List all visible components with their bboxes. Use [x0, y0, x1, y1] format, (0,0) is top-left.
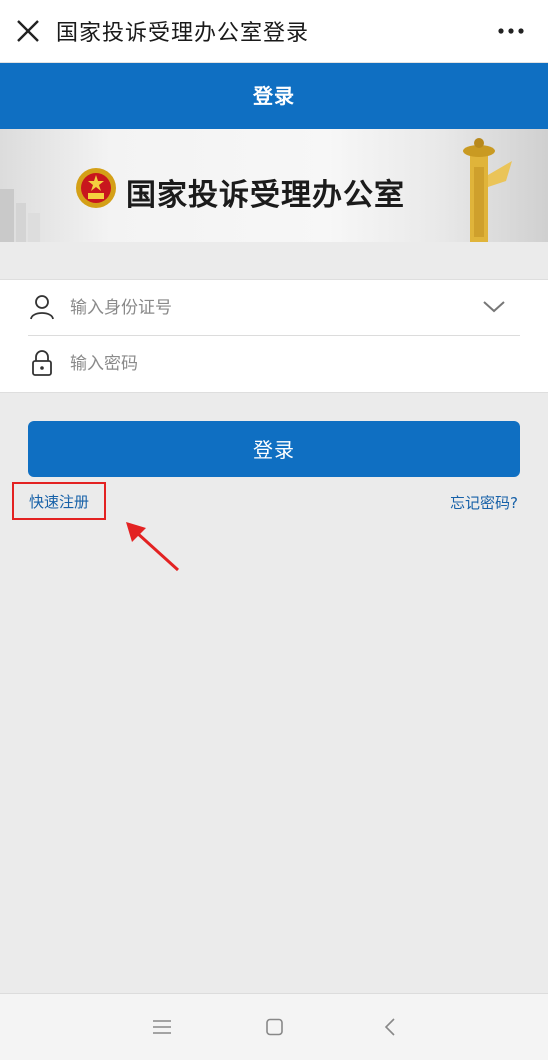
home-square-icon[interactable]	[264, 1018, 286, 1036]
banner: 国家投诉受理办公室	[0, 129, 548, 242]
top-bar: 国家投诉受理办公室登录	[0, 0, 548, 63]
password-input[interactable]	[68, 348, 452, 380]
system-nav-bar	[0, 993, 548, 1060]
id-number-row	[28, 280, 520, 336]
login-button[interactable]: 登录	[28, 421, 520, 477]
back-icon[interactable]	[380, 1018, 402, 1036]
forgot-password-link[interactable]: 忘记密码?	[450, 492, 518, 513]
lock-icon	[32, 350, 52, 376]
chevron-down-icon[interactable]	[482, 300, 506, 314]
menu-icon[interactable]	[151, 1018, 173, 1036]
id-number-input[interactable]	[68, 292, 452, 324]
password-row	[28, 336, 520, 391]
building-decoration	[0, 189, 40, 242]
national-emblem-icon	[76, 168, 116, 208]
page-header: 登录	[0, 63, 548, 129]
annotation-arrow-icon	[126, 522, 180, 572]
close-icon[interactable]	[14, 17, 42, 45]
quick-register-link[interactable]: 快速注册	[12, 482, 106, 520]
huabiao-pillar-icon	[463, 138, 512, 242]
window-title: 国家投诉受理办公室登录	[56, 21, 310, 46]
banner-title: 国家投诉受理办公室	[126, 178, 405, 213]
more-dots-icon[interactable]	[496, 20, 526, 42]
user-icon	[30, 295, 54, 320]
login-form	[0, 279, 548, 393]
